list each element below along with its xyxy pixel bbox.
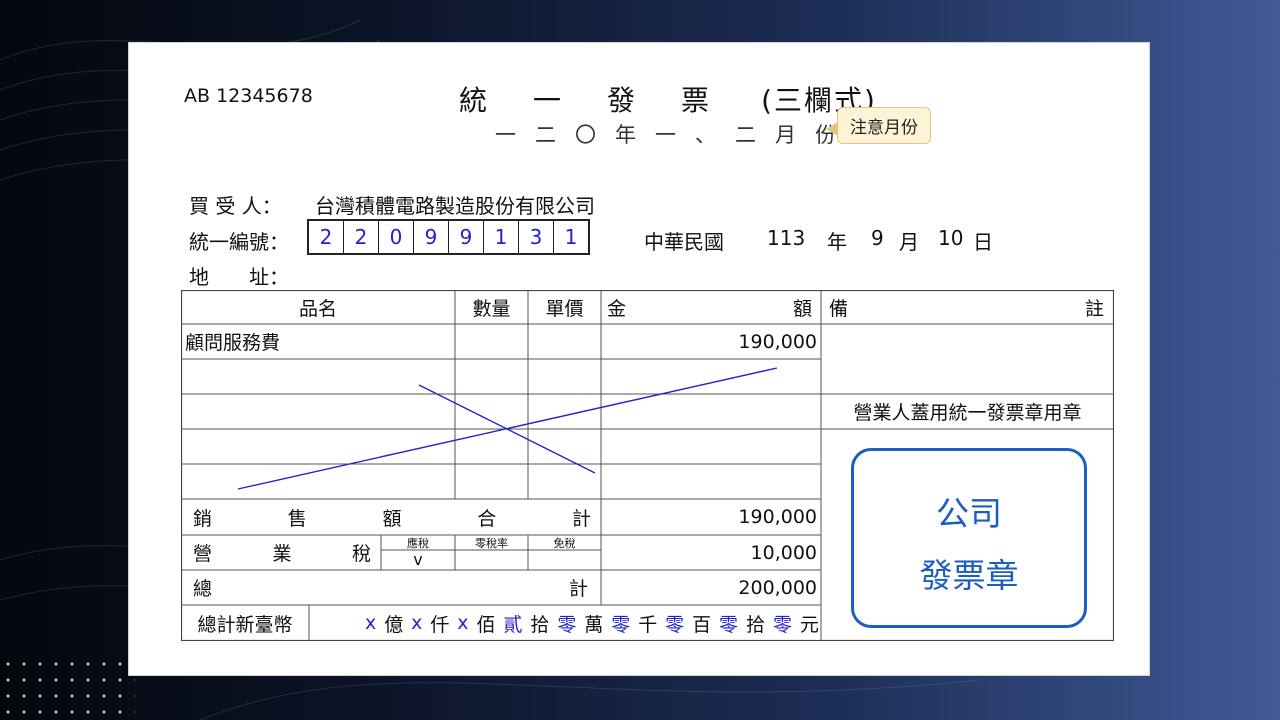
header-remark-left: 備 [829,297,849,320]
decorative-dots [0,656,135,716]
invoice-serial-number: AB 12345678 [184,85,313,107]
sales-total-label: 銷 售 額 合 計 [193,499,591,535]
year-unit: 年 [827,230,847,254]
stamp-line-1: 公司 [936,494,1002,533]
sales-total-char: 計 [571,507,591,530]
amount-digit: x [457,612,469,634]
date-month: 9 [871,226,884,250]
amount-unit: 百 [692,613,712,636]
tax-label-char: 業 [272,543,292,565]
stamp-note: 營業人蓋用統一發票章用章 [853,402,1082,424]
amount-unit: 拾 [530,613,550,636]
tax-id-digit: 9 [414,221,449,253]
amount-in-words: x億 x仟 x佰 貳拾 零萬 零千 零百 零拾 零元 [365,605,819,641]
amount-unit: 仟 [430,613,450,636]
invoice-sheet: AB 12345678 統一發票 (三欄式) 一二〇年一、二月份 注意月份 買 受… [128,42,1150,676]
amount-unit: 元 [799,613,819,636]
amount-digit: 零 [772,613,792,636]
amount-unit: 億 [384,613,404,636]
tax-id-digit: 1 [484,221,519,253]
tax-id-digit: 9 [449,221,484,253]
title-char: 發 [607,84,638,117]
title-char: 一 [533,84,564,117]
grand-total-label-right: 計 [569,578,589,600]
amount-digit: 零 [611,613,631,636]
amount-unit: 千 [638,613,658,636]
amount-words-label: 總計新臺幣 [197,613,293,636]
sales-total-char: 銷 [193,507,213,530]
sales-total-value: 190,000 [738,506,817,528]
note-tag: 注意月份 [826,107,931,144]
amount-unit: 萬 [584,613,604,636]
header-qty: 數量 [472,297,511,320]
amount-digit: 零 [719,613,739,636]
tax-id-label: 統一編號： [189,230,289,254]
amount-digit: x [411,612,423,634]
row-amount: 190,000 [738,330,817,353]
amount-unit: 拾 [746,613,766,636]
tax-label-char: 營 [193,543,213,565]
tax-amount-value: 10,000 [750,541,817,564]
tax-id-boxes: 2 2 0 9 9 1 3 1 [307,219,590,255]
header-remark-right: 註 [1085,297,1105,320]
title-char: 票 [681,84,712,117]
amount-unit: 佰 [476,613,496,636]
buyer-name: 台灣積體電路製造股份有限公司 [315,194,595,218]
tax-type-exempt: 免稅 [553,536,576,550]
amount-digit: x [365,612,377,634]
header-item: 品名 [298,297,337,320]
sales-total-char: 售 [287,507,307,530]
title-char: 統 [459,84,490,117]
tax-type-check-mark: v [413,550,423,569]
grand-total-label-left: 總 [193,578,213,600]
month-unit: 月 [899,230,919,254]
header-amount-left: 金 [607,297,627,320]
address-label: 地 址： [189,265,289,289]
tax-id-digit: 2 [309,221,344,253]
row-item: 顧問服務費 [185,332,281,354]
tax-id-digit: 0 [379,221,414,253]
header-unit-price: 單價 [545,297,584,320]
day-unit: 日 [973,230,993,254]
company-invoice-stamp: 公司 發票章 [851,448,1087,628]
tax-id-digit: 1 [564,225,578,249]
amount-digit: 貳 [503,613,523,636]
date-year: 113 [767,226,806,250]
tax-type-taxable: 應稅 [407,536,429,550]
tax-label: 營 業 稅 [193,535,371,570]
sales-total-char: 合 [477,507,497,530]
date-label: 中華民國 [644,230,724,254]
grand-total-value: 200,000 [738,576,817,599]
tax-type-zero-rate: 零稅率 [475,536,508,550]
header-amount-right: 額 [793,297,813,320]
tax-label-char: 稅 [351,543,371,565]
invoice-period: 一二〇年一、二月份 [495,123,855,147]
amount-digit: 零 [557,613,577,636]
invoice-title: 統一發票 (三欄式) [459,79,877,119]
amount-digit: 零 [665,613,685,636]
sales-total-char: 額 [382,507,402,530]
stamp-line-2: 發票章 [919,556,1019,595]
tax-id-digit: 3 [519,221,554,253]
tax-id-digit: 2 [344,221,379,253]
date-day: 10 [938,226,964,250]
buyer-label: 買 受 人： [189,194,282,218]
